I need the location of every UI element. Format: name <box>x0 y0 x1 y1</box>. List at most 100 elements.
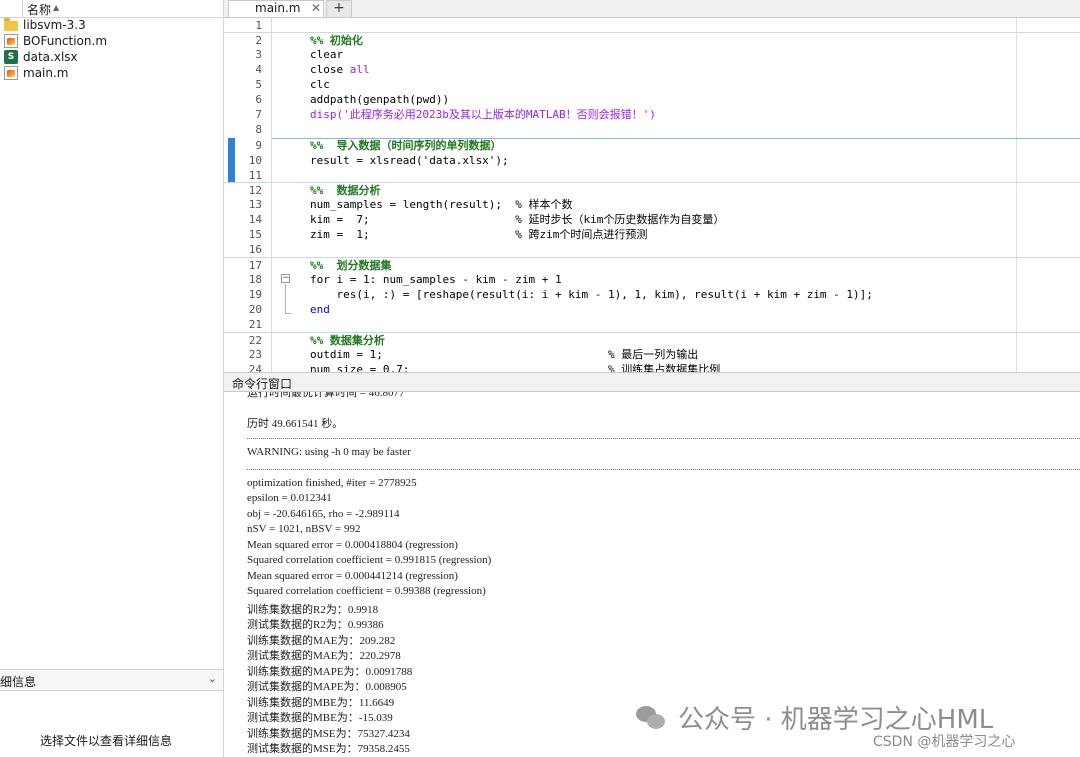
line-number: 4 <box>255 63 262 76</box>
line-number: 8 <box>255 123 262 136</box>
m-file-icon <box>4 34 18 48</box>
file-name: data.xlsx <box>23 50 78 64</box>
output-line: Squared correlation coefficient = 0.9938… <box>247 585 486 597</box>
code-line[interactable]: 16 <box>224 242 1080 257</box>
details-panel-header[interactable]: 细信息 ⌄ <box>0 669 223 691</box>
name-column-header[interactable]: 名称 <box>27 1 51 18</box>
line-text: outdim = 1; % 最后一列为输出 <box>310 348 699 361</box>
line-text: num_samples = length(result); % 样本个数 <box>310 198 573 211</box>
line-number: 20 <box>248 303 262 316</box>
output-line: 训练集数据的MAE为：209.282 <box>247 635 396 647</box>
sort-up-icon: ▲ <box>53 3 60 12</box>
code-line[interactable]: 23 outdim = 1; % 最后一列为输出 <box>224 347 1080 362</box>
line-text: %% 数据集分析 <box>310 334 385 347</box>
m-file-icon <box>4 66 18 80</box>
tab-main-m[interactable]: main.m ✕ <box>228 0 324 17</box>
code-line[interactable]: 1 <box>224 18 1080 33</box>
code-line[interactable]: 15 zim = 1; % 跨zim个时间点进行预测 <box>224 227 1080 242</box>
details-panel-label: 细信息 <box>0 675 37 689</box>
output-line: 训练集数据的MBE为：11.6649 <box>247 697 395 709</box>
output-line: WARNING: using -h 0 may be faster <box>247 446 411 458</box>
line-number: 18 <box>248 273 262 286</box>
output-line: 运行时间最优计算时间 = 46.8077 <box>247 392 405 399</box>
tab-label: main.m <box>255 1 301 15</box>
line-text: %% 划分数据集 <box>310 259 392 272</box>
current-folder-panel: 名称 ▲ libsvm-3.3 BOFunction.m S data.xlsx… <box>0 0 224 757</box>
code-line[interactable]: 2 %% 初始化 <box>224 32 1080 48</box>
code-line[interactable]: 4 close all <box>224 62 1080 77</box>
code-line[interactable]: 17 %% 划分数据集 <box>224 257 1080 273</box>
output-line: 测试集数据的MSE为：79358.2455 <box>247 743 410 755</box>
output-separator <box>247 438 1080 439</box>
line-number: 22 <box>248 334 262 347</box>
code-area[interactable]: 1 2 %% 初始化 3 clear 4 close all 5 clc 6 a… <box>224 18 1080 372</box>
column-divider[interactable] <box>22 0 23 17</box>
line-number: 13 <box>248 198 262 211</box>
file-item-main[interactable]: main.m <box>4 65 69 81</box>
code-line[interactable]: 10 result = xlsread('data.xlsx'); <box>224 153 1080 168</box>
code-line[interactable]: 8 <box>224 122 1080 137</box>
file-name: libsvm-3.3 <box>23 18 86 32</box>
line-number: 15 <box>248 228 262 241</box>
line-number: 11 <box>248 169 262 182</box>
line-number: 2 <box>255 34 262 47</box>
file-item-libsvm[interactable]: libsvm-3.3 <box>4 17 86 33</box>
add-tab-button[interactable]: + <box>326 0 352 17</box>
fold-guide-end <box>285 313 291 314</box>
line-number: 24 <box>248 363 262 372</box>
line-text: disp('此程序务必用2023b及其以上版本的MATLAB！否则会报错！') <box>310 108 656 121</box>
code-keyword: close <box>310 63 350 76</box>
line-text: res(i, :) = [reshape(result(i: i + kim -… <box>310 288 873 301</box>
wechat-icon <box>636 705 666 730</box>
command-window-title: 命令行窗口 <box>232 377 293 391</box>
code-line[interactable]: 11 <box>224 168 1080 183</box>
line-number: 17 <box>248 259 262 272</box>
line-text: clear <box>310 48 344 61</box>
output-line: optimization finished, #iter = 2778925 <box>247 477 417 489</box>
editor-panel: main.m ✕ + 1 2 %% 初始化 3 clear 4 close al… <box>224 0 1080 372</box>
details-hint: 选择文件以查看详细信息 <box>40 734 173 748</box>
output-line: 测试集数据的R2为：0.99386 <box>247 619 384 631</box>
file-item-bofunction[interactable]: BOFunction.m <box>4 33 107 49</box>
code-line[interactable]: 12 %% 数据分析 <box>224 182 1080 198</box>
line-number: 16 <box>248 243 262 256</box>
chevron-down-icon[interactable]: ⌄ <box>208 672 217 685</box>
csdn-watermark: CSDN @机器学习之心 <box>873 734 1016 750</box>
line-number: 12 <box>248 184 262 197</box>
folder-icon <box>4 18 18 31</box>
output-line: Mean squared error = 0.000418804 (regres… <box>247 539 458 551</box>
code-line[interactable]: 3 clear <box>224 47 1080 62</box>
line-text: %% 初始化 <box>310 34 363 47</box>
code-line[interactable]: 24 num_size = 0.7; % 训练集占数据集比例 <box>224 362 1080 372</box>
file-item-data-xlsx[interactable]: S data.xlsx <box>4 49 78 65</box>
line-text: addpath(genpath(pwd)) <box>310 93 450 106</box>
code-line[interactable]: 14 kim = 7; % 延时步长（kim个历史数据作为自变量） <box>224 212 1080 227</box>
line-number: 3 <box>255 48 262 61</box>
code-line[interactable]: 6 addpath(genpath(pwd)) <box>224 92 1080 107</box>
line-number: 23 <box>248 348 262 361</box>
line-text: for i = 1: num_samples - kim - zim + 1 <box>310 273 562 286</box>
output-line: Squared correlation coefficient = 0.9918… <box>247 554 492 566</box>
code-line[interactable]: 9 %% 导入数据（时间序列的单列数据） <box>224 138 1080 153</box>
line-number: 5 <box>255 78 262 91</box>
code-line[interactable]: 21 <box>224 317 1080 332</box>
code-line[interactable]: 7 disp('此程序务必用2023b及其以上版本的MATLAB！否则会报错！'… <box>224 107 1080 122</box>
fold-guide <box>285 284 286 314</box>
code-line[interactable]: 20 end <box>224 302 1080 317</box>
output-line: epsilon = 0.012341 <box>247 492 332 504</box>
fold-minus-icon[interactable]: − <box>281 274 290 283</box>
file-list-header: 名称 ▲ <box>0 0 223 18</box>
code-line[interactable]: 18 for i = 1: num_samples - kim - zim + … <box>224 272 1080 287</box>
line-number: 1 <box>255 19 262 32</box>
output-separator <box>247 469 1080 470</box>
code-line[interactable]: 22 %% 数据集分析 <box>224 332 1080 348</box>
excel-file-icon: S <box>4 50 18 64</box>
code-string: all <box>349 63 370 76</box>
code-line[interactable]: 13 num_samples = length(result); % 样本个数 <box>224 197 1080 212</box>
close-icon[interactable]: ✕ <box>311 1 321 15</box>
line-text: end <box>310 303 330 316</box>
code-line[interactable]: 19 res(i, :) = [reshape(result(i: i + ki… <box>224 287 1080 302</box>
code-line[interactable]: 5 clc <box>224 77 1080 92</box>
line-number: 19 <box>248 288 262 301</box>
line-text: close all <box>310 62 370 77</box>
